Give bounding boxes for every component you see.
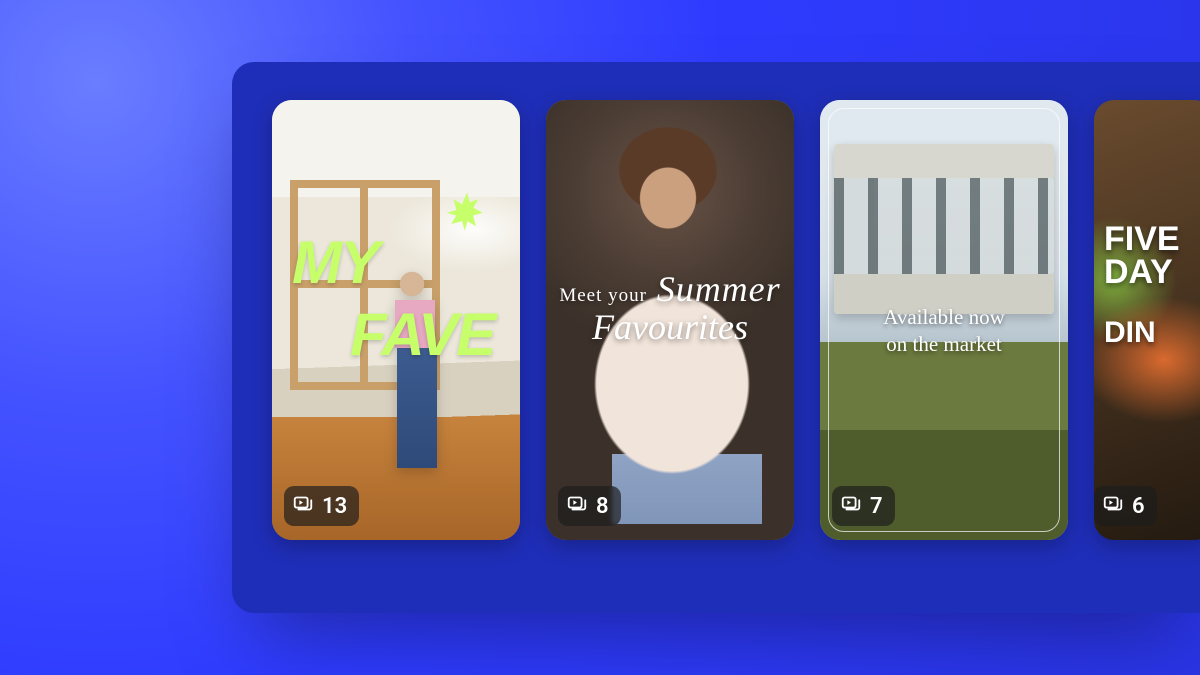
page-count-badge: 7: [832, 486, 895, 526]
overlay-text-em: Summer: [657, 269, 781, 309]
page-count-value: 8: [596, 494, 609, 519]
page-count-value: 13: [322, 494, 347, 519]
template-card[interactable]: Available now on the market 7: [820, 100, 1068, 540]
page-count-value: 6: [1132, 494, 1145, 519]
overlay-text-line2: Favourites: [546, 306, 794, 348]
template-card[interactable]: MY FAVE 13: [272, 100, 520, 540]
template-card[interactable]: FIVE DAY DIN 6: [1094, 100, 1200, 540]
video-stack-icon: [292, 492, 314, 520]
template-card[interactable]: Meet your Summer Favourites 8: [546, 100, 794, 540]
overlay-text: Meet your Summer Favourites: [546, 268, 794, 348]
overlay-text: FIVE DAY DIN: [1104, 220, 1180, 350]
page-count-badge: 8: [558, 486, 621, 526]
sparkle-icon: [440, 188, 494, 242]
overlay-text-line1: Available now: [820, 304, 1068, 331]
overlay-text-line3: DIN: [1104, 316, 1180, 350]
overlay-text-line2: DAY: [1104, 253, 1180, 292]
overlay-text-line1: MY: [292, 228, 378, 297]
overlay-text: Available now on the market: [820, 304, 1068, 359]
template-carousel-panel: MY FAVE 13 Meet your Summer Favourites: [232, 62, 1200, 613]
page-count-badge: 13: [284, 486, 359, 526]
video-stack-icon: [840, 492, 862, 520]
overlay-text-line2: on the market: [820, 331, 1068, 358]
video-stack-icon: [1102, 492, 1124, 520]
overlay-text-intro: Meet your: [559, 285, 647, 306]
video-stack-icon: [566, 492, 588, 520]
page-count-badge: 6: [1094, 486, 1157, 526]
overlay-text-line2: FAVE: [350, 300, 494, 369]
page-count-value: 7: [870, 494, 883, 519]
